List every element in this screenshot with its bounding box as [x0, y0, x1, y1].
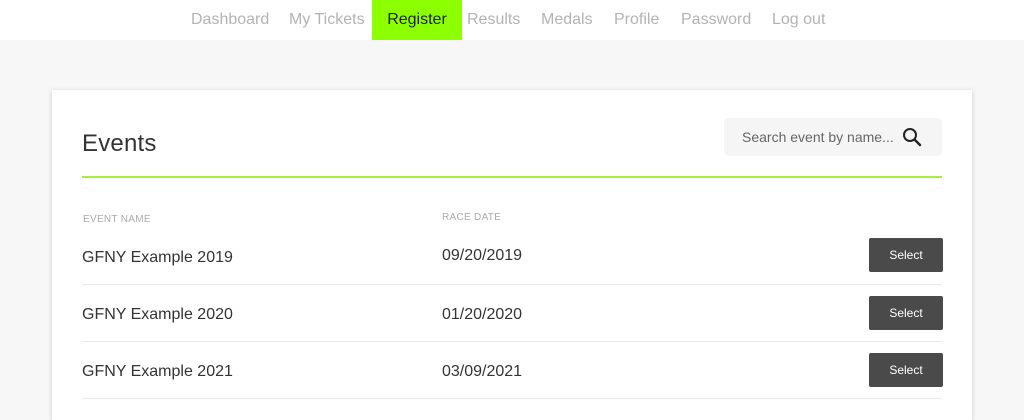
- nav-item-results[interactable]: Results: [467, 0, 520, 40]
- page-title: Events: [82, 130, 157, 157]
- race-date: 09/20/2019: [442, 247, 523, 264]
- race-date: 03/09/2021: [442, 363, 523, 380]
- search-input[interactable]: [742, 118, 902, 156]
- search-icon[interactable]: [902, 127, 922, 147]
- nav-item-dashboard[interactable]: Dashboard: [191, 0, 269, 40]
- top-navigation: Dashboard My Tickets Register Results Me…: [0, 0, 1024, 40]
- event-name: GFNY Example 2021: [82, 363, 233, 380]
- nav-item-profile[interactable]: Profile: [614, 0, 659, 40]
- events-card: Events EVENT NAME RACE DATE GFNY Example…: [52, 90, 972, 420]
- select-button[interactable]: Select: [869, 296, 943, 330]
- event-name: GFNY Example 2020: [82, 306, 233, 323]
- nav-item-register[interactable]: Register: [372, 0, 462, 40]
- table-row: GFNY Example 2021 03/09/2021 Select: [82, 342, 943, 399]
- table-row: GFNY Example 2020 01/20/2020 Select: [82, 285, 943, 342]
- search-box: [724, 118, 942, 156]
- title-divider: [82, 176, 942, 178]
- select-button[interactable]: Select: [869, 353, 943, 387]
- table-row: GFNY Example 2019 09/20/2019 Select: [82, 228, 943, 285]
- select-button[interactable]: Select: [869, 238, 943, 272]
- nav-item-medals[interactable]: Medals: [541, 0, 593, 40]
- column-header-event-name: EVENT NAME: [83, 214, 151, 225]
- nav-item-password[interactable]: Password: [681, 0, 751, 40]
- race-date: 01/20/2020: [442, 306, 523, 323]
- nav-item-my-tickets[interactable]: My Tickets: [289, 0, 365, 40]
- nav-item-log-out[interactable]: Log out: [772, 0, 825, 40]
- event-name: GFNY Example 2019: [82, 249, 233, 266]
- column-header-race-date: RACE DATE: [442, 212, 502, 223]
